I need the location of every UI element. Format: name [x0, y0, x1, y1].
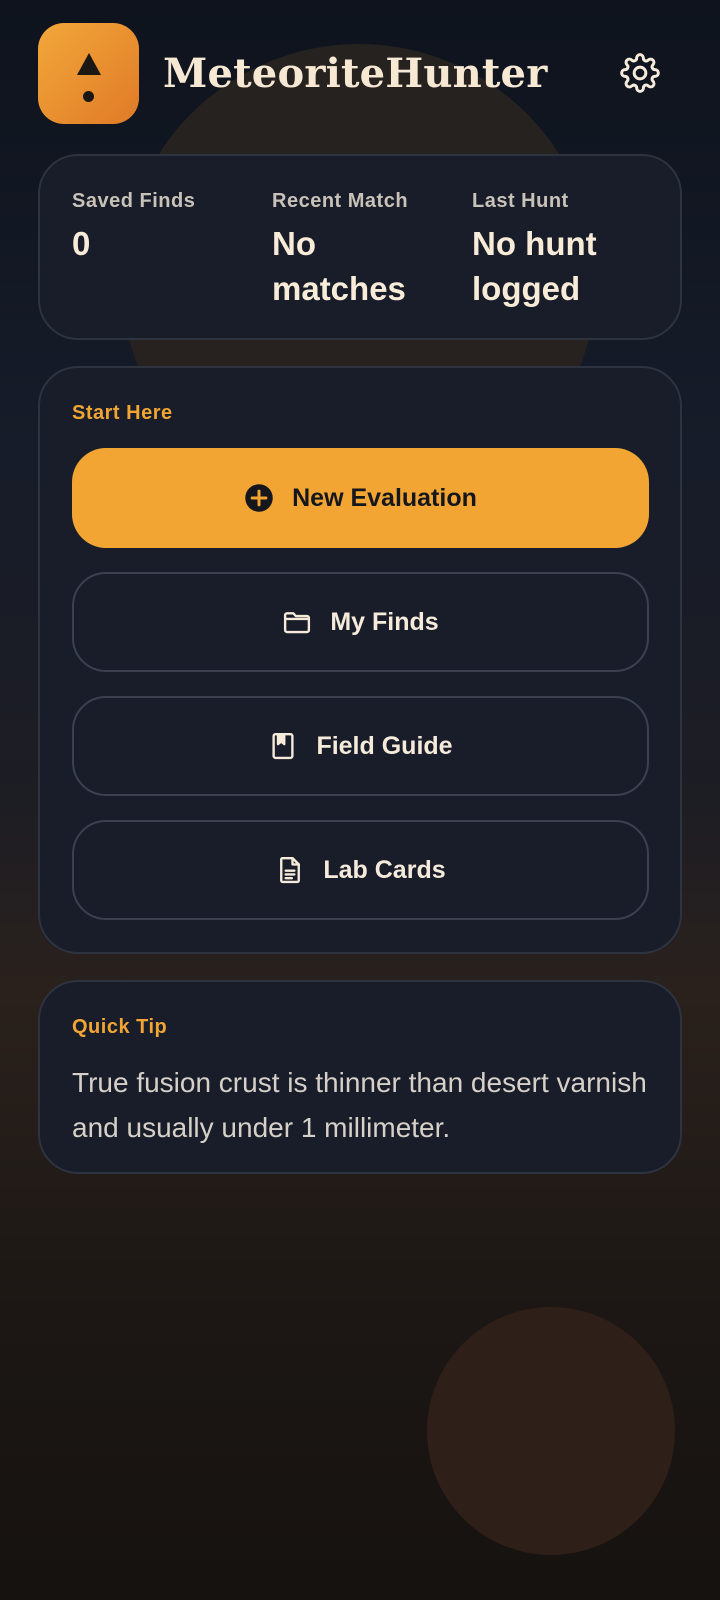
stat-value: No hunt logged [472, 225, 597, 307]
stat-recent-match: Recent Match No matches [272, 190, 452, 311]
stat-value: No matches [272, 225, 406, 307]
bookmark-book-icon [268, 731, 298, 761]
stat-label: Saved Finds [72, 190, 196, 212]
stat-label: Recent Match [272, 190, 409, 212]
quick-tip-card: Quick Tip True fusion crust is thinner t… [38, 980, 682, 1174]
tip-text: True fusion crust is thinner than desert… [72, 1067, 647, 1143]
stat-label: Last Hunt [472, 190, 569, 212]
button-label: My Finds [330, 607, 439, 636]
button-label: Field Guide [316, 731, 453, 760]
lab-cards-button[interactable]: Lab Cards [72, 820, 649, 920]
button-label: New Evaluation [292, 483, 477, 512]
new-evaluation-button[interactable]: New Evaluation [72, 448, 649, 548]
document-icon [275, 855, 305, 885]
settings-button[interactable] [618, 51, 662, 95]
stats-card: Saved Finds 0 Recent Match No matches La… [38, 154, 682, 340]
plus-circle-icon [244, 483, 274, 513]
gear-icon [620, 53, 660, 93]
section-label: Quick Tip [72, 1016, 168, 1038]
my-finds-button[interactable]: My Finds [72, 572, 649, 672]
app-header: MeteoriteHunter [38, 22, 682, 124]
field-guide-button[interactable]: Field Guide [72, 696, 649, 796]
start-here-card: Start Here New Evaluation My Finds Field… [38, 366, 682, 954]
button-label: Lab Cards [323, 855, 446, 884]
app-title: MeteoriteHunter [163, 49, 548, 97]
stat-saved-finds: Saved Finds 0 [72, 190, 262, 266]
stat-value: 0 [72, 225, 91, 262]
folder-icon [282, 607, 312, 637]
meteor-icon [38, 22, 139, 124]
section-label: Start Here [72, 402, 173, 424]
stat-last-hunt: Last Hunt No hunt logged [472, 190, 652, 311]
background-circle-bottom [427, 1307, 675, 1555]
